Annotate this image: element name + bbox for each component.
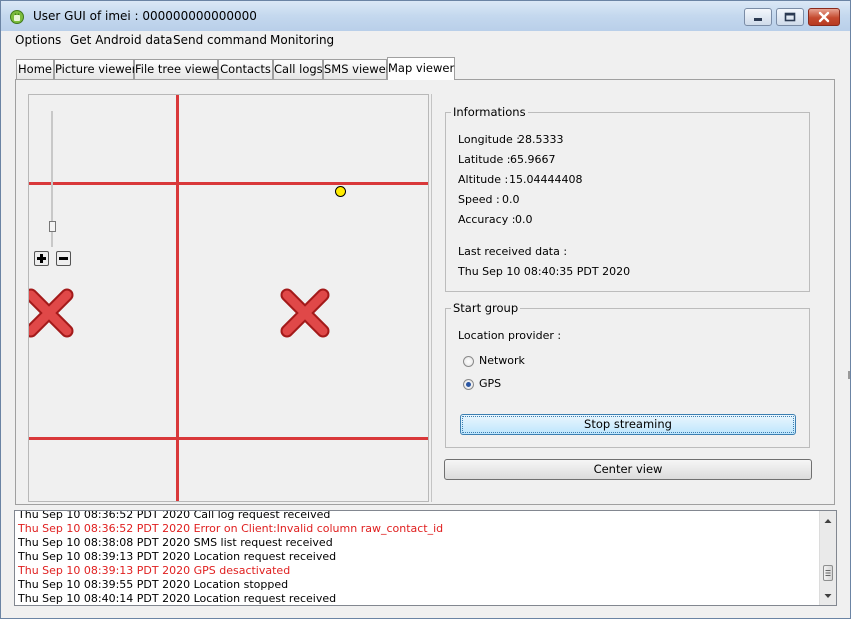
altitude-value: 15.04444408 — [509, 173, 583, 186]
map-view[interactable] — [28, 94, 429, 502]
minimize-button[interactable] — [744, 8, 772, 26]
log-line: Thu Sep 10 08:39:13 PDT 2020 Location re… — [18, 550, 337, 563]
tab-home[interactable]: Home — [16, 59, 54, 79]
start-group-legend: Start group — [451, 301, 521, 315]
tab-map-viewer[interactable]: Map viewer — [387, 57, 455, 80]
resize-grip[interactable] — [848, 371, 850, 379]
latitude-value: 65.9667 — [510, 153, 556, 166]
tab-call-logs[interactable]: Call logs — [273, 59, 323, 79]
zoom-slider-handle[interactable] — [49, 221, 56, 232]
log-line: Thu Sep 10 08:38:08 PDT 2020 SMS list re… — [18, 536, 333, 549]
maximize-icon — [784, 12, 796, 22]
tab-contacts[interactable]: Contacts — [218, 59, 273, 79]
scroll-down-icon[interactable] — [820, 588, 836, 604]
plus-icon — [37, 254, 46, 263]
minimize-icon — [754, 18, 762, 21]
accuracy-value: 0.0 — [515, 213, 533, 226]
menu-get-android-data[interactable]: Get Android data — [70, 33, 172, 47]
zoom-out-button[interactable] — [56, 251, 71, 266]
last-received-value: Thu Sep 10 08:40:35 PDT 2020 — [458, 265, 631, 278]
tab-picture-viewer[interactable]: Picture viewer — [54, 59, 137, 79]
informations-legend: Informations — [451, 105, 528, 119]
location-provider-label: Location provider : — [458, 329, 562, 342]
scroll-up-icon[interactable] — [820, 513, 836, 529]
gps-radio-label[interactable]: GPS — [479, 377, 501, 390]
location-marker[interactable] — [335, 186, 346, 197]
gps-radio[interactable] — [463, 379, 474, 390]
menu-bar: Options Get Android data Send command Mo… — [1, 31, 850, 51]
log-line: Thu Sep 10 08:39:55 PDT 2020 Location st… — [18, 578, 289, 591]
log-scrollbar[interactable] — [819, 511, 836, 605]
last-received-label: Last received data : — [458, 245, 568, 258]
menu-monitoring[interactable]: Monitoring — [270, 33, 334, 47]
menu-options[interactable]: Options — [15, 33, 61, 47]
network-radio[interactable] — [463, 356, 474, 367]
menu-send-command[interactable]: Send command — [173, 33, 267, 47]
log-line: Thu Sep 10 08:40:14 PDT 2020 Location re… — [18, 592, 337, 605]
title-bar[interactable]: User GUI of imei : 000000000000000 — [1, 1, 850, 31]
app-window: User GUI of imei : 000000000000000 Optio… — [0, 0, 851, 619]
minus-icon — [59, 257, 68, 260]
maximize-button[interactable] — [776, 8, 804, 26]
red-x-icon — [29, 288, 74, 338]
log-line: Thu Sep 10 08:39:13 PDT 2020 GPS desacti… — [18, 564, 291, 577]
tile-border-line — [29, 182, 428, 185]
log-scrollbar-thumb[interactable] — [823, 565, 833, 581]
zoom-in-button[interactable] — [34, 251, 49, 266]
tab-file-tree-viewer[interactable]: File tree viewer — [134, 59, 223, 79]
center-view-button[interactable]: Center view — [444, 459, 812, 480]
close-icon — [818, 11, 830, 23]
longitude-label: Longitude : — [458, 133, 520, 146]
window-title: User GUI of imei : 000000000000000 — [33, 9, 257, 23]
stop-streaming-button[interactable]: Stop streaming — [460, 414, 796, 435]
close-button[interactable] — [808, 8, 840, 26]
latitude-label: Latitude : — [458, 153, 511, 166]
tab-sms-viewer[interactable]: SMS viewer — [323, 59, 390, 79]
log-output[interactable]: Thu Sep 10 08:36:52 PDT 2020 Call log re… — [14, 510, 837, 606]
log-line: Thu Sep 10 08:36:52 PDT 2020 Error on Cl… — [18, 522, 444, 535]
speed-value: 0.0 — [502, 193, 520, 206]
network-radio-label[interactable]: Network — [479, 354, 525, 367]
longitude-value: 28.5333 — [518, 133, 564, 146]
tile-border-line — [29, 437, 428, 440]
speed-label: Speed : — [458, 193, 500, 206]
accuracy-label: Accuracy : — [458, 213, 516, 226]
log-line: Thu Sep 10 08:36:52 PDT 2020 Call log re… — [18, 510, 331, 521]
android-app-icon — [10, 10, 24, 24]
grip-icon — [825, 570, 831, 576]
tile-border-line — [176, 95, 179, 501]
altitude-label: Altitude : — [458, 173, 509, 186]
red-x-icon — [280, 288, 330, 338]
